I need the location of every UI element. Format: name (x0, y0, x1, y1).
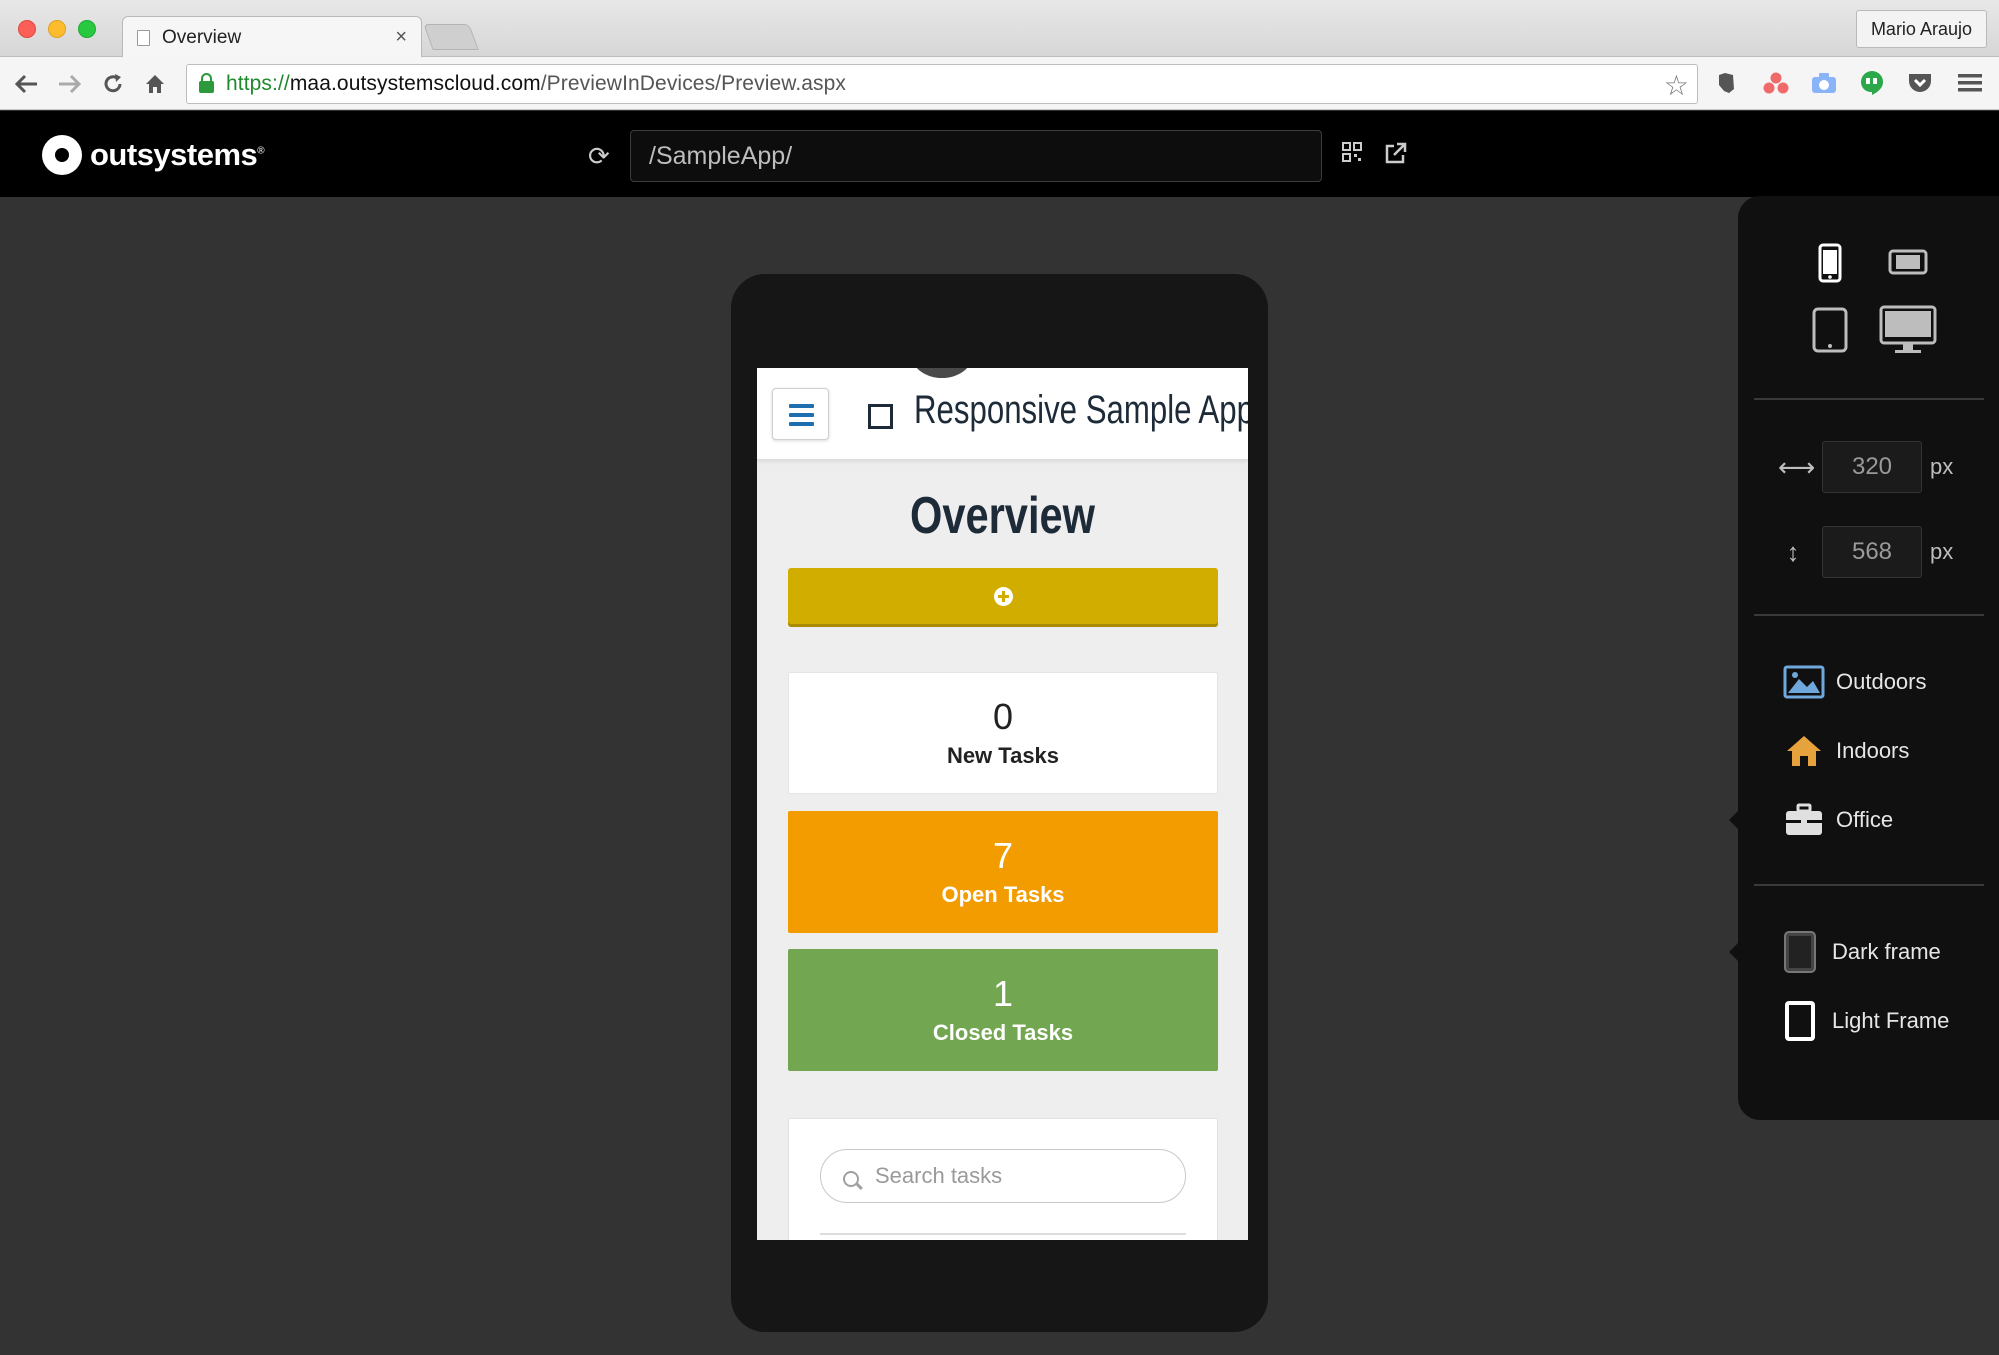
closed-tasks-card[interactable]: 1 Closed Tasks (788, 949, 1218, 1071)
height-arrow-icon: ↕ (1786, 536, 1800, 567)
back-arrow-icon (15, 74, 37, 94)
width-row: ⟷ px (1778, 441, 1953, 493)
selection-notch (1729, 810, 1739, 830)
environment-label: Indoors (1836, 738, 1910, 763)
back-button[interactable] (10, 67, 44, 101)
open-external-icon[interactable] (1385, 142, 1407, 170)
phone-landscape-icon (1888, 249, 1928, 275)
height-unit: px (1930, 539, 1954, 564)
search-icon (843, 1171, 859, 1187)
landscape-icon (1782, 662, 1826, 702)
closed-tasks-count: 1 (992, 973, 1014, 1014)
bookmark-star-icon[interactable]: ☆ (1664, 69, 1689, 102)
hangouts-icon[interactable] (1858, 69, 1886, 97)
lock-icon (199, 73, 214, 93)
divider (820, 1233, 1186, 1235)
frame-label: Light Frame (1832, 1008, 1950, 1033)
tab-title: Overview (162, 26, 242, 48)
evernote-icon[interactable] (1712, 69, 1740, 97)
reload-button[interactable] (96, 67, 130, 101)
tablet-button[interactable] (1810, 306, 1850, 354)
desktop-icon (1879, 305, 1937, 353)
new-tasks-card[interactable]: 0 New Tasks (788, 672, 1218, 794)
device-options-panel: ⟷ px ↕ px Outdoors Indoors Office Dark f… (1729, 196, 1999, 1120)
phone-portrait-icon (1818, 243, 1842, 283)
qr-code-icon[interactable] (1342, 142, 1362, 168)
phone-landscape-button[interactable] (1886, 246, 1930, 278)
closed-tasks-label: Closed Tasks (932, 1020, 1074, 1045)
width-input[interactable] (1822, 441, 1922, 493)
url-text: https://maa.outsystemscloud.com/PreviewI… (226, 72, 847, 95)
address-bar[interactable]: https://maa.outsystemscloud.com/PreviewI… (186, 64, 1698, 104)
open-tasks-card[interactable]: 7 Open Tasks (788, 811, 1218, 933)
dark-frame-icon (1778, 931, 1822, 973)
environment-outdoors[interactable]: Outdoors (1782, 662, 1927, 702)
preview-header: outsystems® ⟳ /SampleApp/ (0, 111, 1999, 197)
open-tasks-label: Open Tasks (941, 882, 1065, 907)
phone-portrait-button[interactable] (1814, 242, 1846, 284)
add-task-button[interactable] (788, 568, 1218, 624)
light-frame-icon (1778, 1001, 1822, 1041)
home-icon (146, 75, 164, 93)
width-unit: px (1930, 454, 1954, 479)
pocket-icon[interactable] (1906, 69, 1934, 97)
browser-tabstrip: Overview × Mario Araujo (0, 0, 1999, 58)
app-logo-icon (868, 404, 893, 429)
divider (1754, 614, 1984, 616)
environment-indoors[interactable]: Indoors (1782, 731, 1909, 771)
new-tab-button[interactable] (423, 24, 479, 50)
page-title: Overview (909, 487, 1095, 545)
plus-circle-icon (993, 586, 1013, 606)
tablet-icon (1812, 307, 1848, 353)
frame-label: Dark frame (1832, 939, 1941, 964)
close-window-button[interactable] (18, 20, 36, 38)
home-button[interactable] (138, 67, 172, 101)
device-frame: Responsive Sample App Overview 0 New Tas… (731, 274, 1268, 1332)
search-input[interactable] (820, 1149, 1186, 1203)
width-arrow-icon: ⟷ (1778, 451, 1816, 482)
open-tasks-count: 7 (992, 835, 1014, 876)
profile-button[interactable]: Mario Araujo (1855, 10, 1987, 48)
height-row: ↕ px (1778, 526, 1953, 578)
frame-dark[interactable]: Dark frame (1729, 931, 1941, 973)
camera-icon[interactable] (1810, 69, 1838, 97)
page-icon (137, 29, 150, 46)
device-screen: Responsive Sample App Overview 0 New Tas… (757, 368, 1248, 1240)
minimize-window-button[interactable] (48, 20, 66, 38)
selection-notch (1729, 942, 1739, 962)
tab-close-icon[interactable]: × (395, 26, 407, 49)
search-panel (788, 1118, 1218, 1240)
environment-label: Outdoors (1836, 669, 1927, 694)
divider (1754, 398, 1984, 400)
reload-icon (104, 74, 122, 93)
house-icon (1782, 731, 1826, 771)
frame-light[interactable]: Light Frame (1778, 1001, 1949, 1041)
maximize-window-button[interactable] (78, 20, 96, 38)
outsystems-logo: outsystems® (42, 135, 265, 175)
environment-office[interactable]: Office (1729, 800, 1894, 840)
app-header: Responsive Sample App (757, 368, 1248, 460)
forward-arrow-icon (59, 74, 81, 94)
environment-label: Office (1836, 807, 1894, 832)
new-tasks-label: New Tasks (946, 743, 1060, 768)
hamburger-menu-button[interactable] (772, 388, 829, 440)
browser-tab-overview[interactable]: Overview × (122, 16, 422, 58)
divider (1754, 884, 1984, 886)
refresh-icon[interactable]: ⟳ (588, 141, 610, 172)
app-path-input[interactable]: /SampleApp/ (630, 130, 1322, 182)
briefcase-icon (1782, 800, 1826, 840)
menu-icon[interactable] (1956, 69, 1984, 97)
app-title: Responsive Sample App (914, 388, 1248, 432)
asana-icon[interactable] (1762, 69, 1790, 97)
outsystems-logo-icon (42, 135, 82, 175)
desktop-button[interactable] (1878, 304, 1938, 356)
browser-toolbar: https://maa.outsystemscloud.com/PreviewI… (0, 57, 1999, 110)
forward-button[interactable] (52, 67, 86, 101)
new-tasks-count: 0 (992, 696, 1014, 737)
height-input[interactable] (1822, 526, 1922, 578)
